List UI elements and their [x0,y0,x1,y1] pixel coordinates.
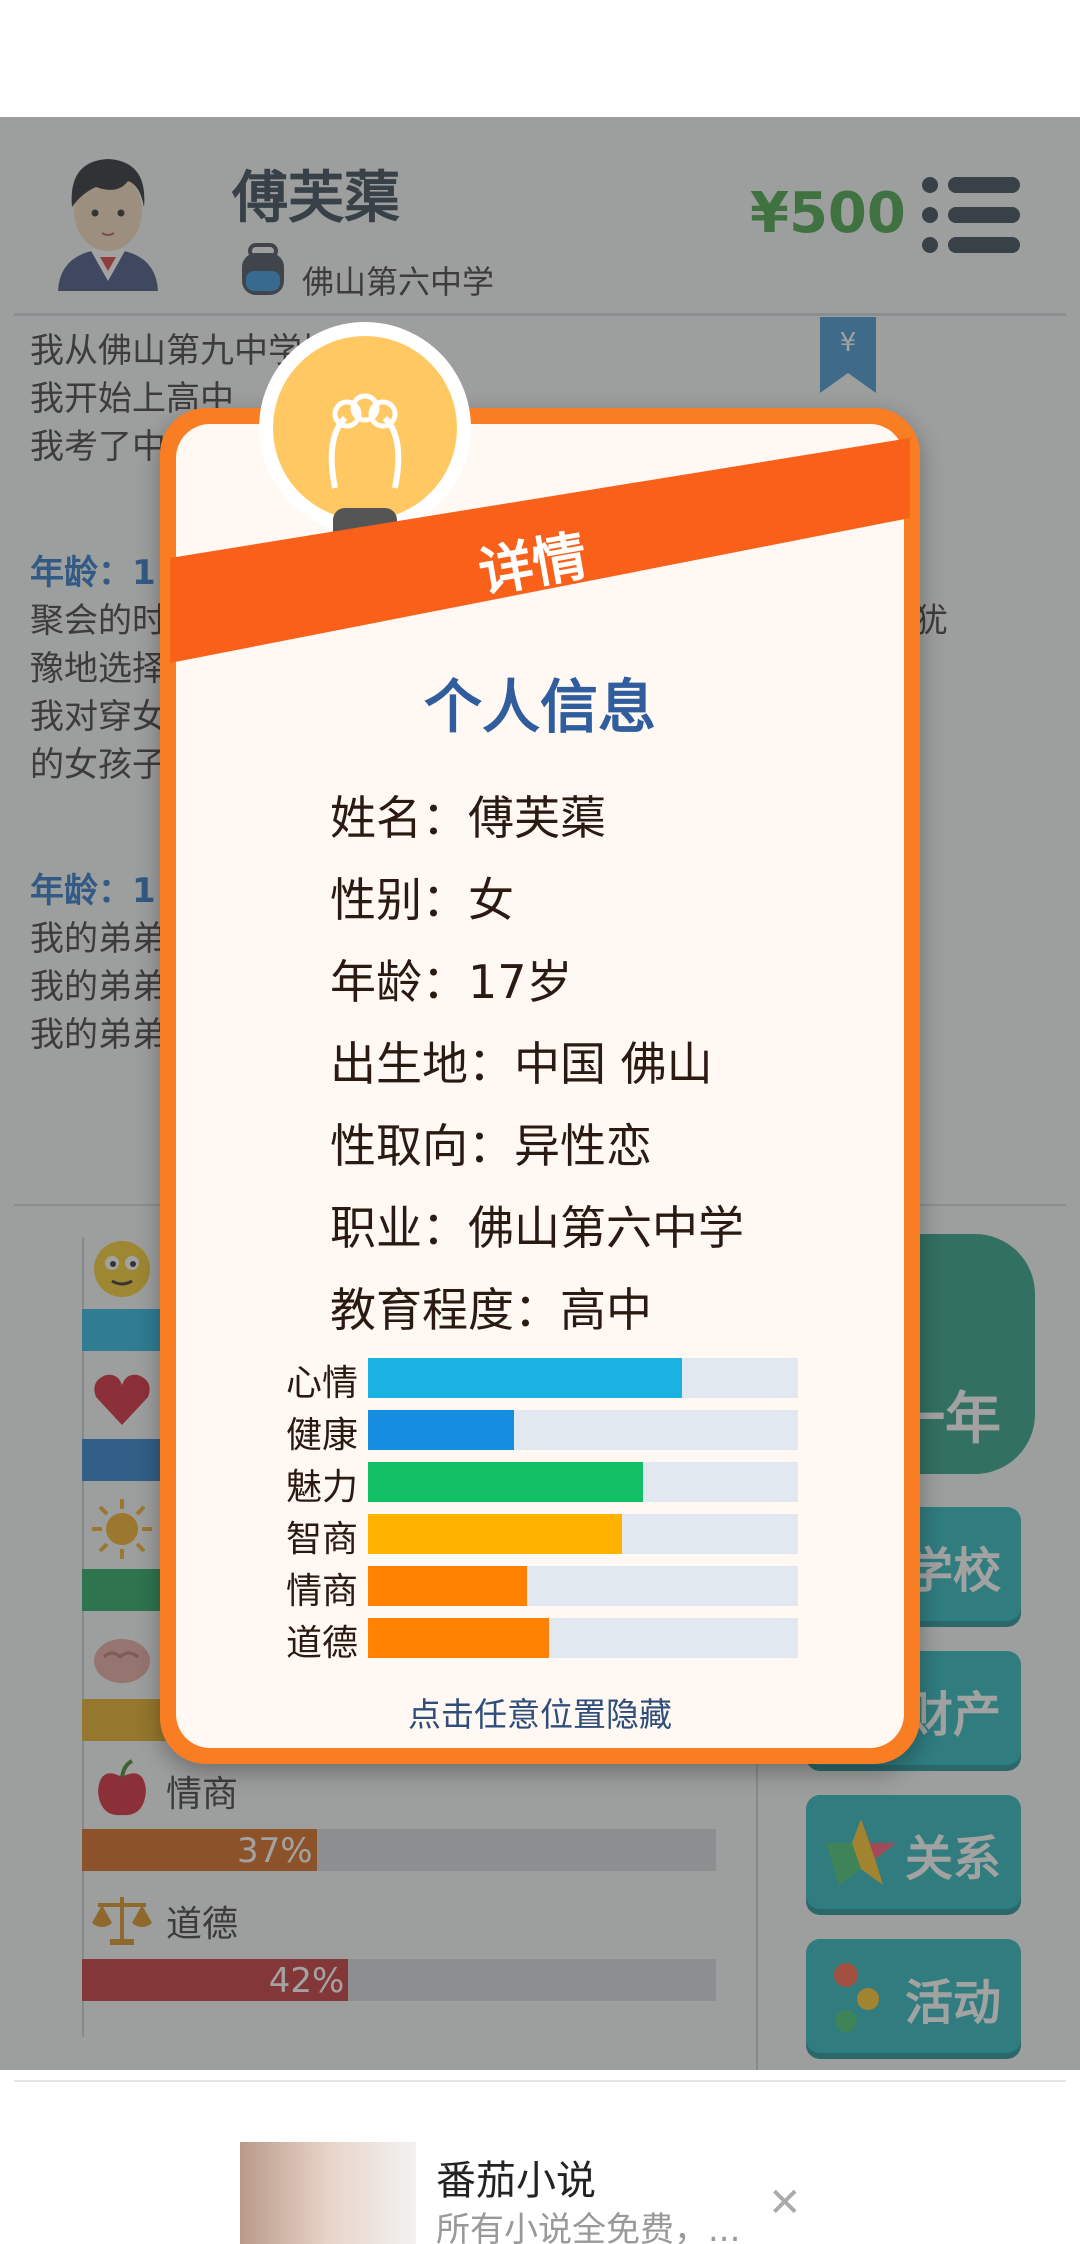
attribute-bar-label: 健康 [285,1415,358,1456]
attribute-bar-fill [368,1462,644,1502]
ad-title[interactable]: 番茄小说 [436,2148,596,2206]
attribute-bar-row: 道德 [268,1618,808,1664]
ad-close-icon[interactable]: ✕ [768,2180,802,2226]
attribute-bar-row: 智商 [268,1514,808,1560]
attribute-bar-label: 心情 [285,1363,358,1404]
attribute-bar-row: 心情 [268,1358,808,1404]
info-education: 教育程度：高中 [330,1283,652,1337]
info-age: 年龄：17岁 [330,955,573,1009]
info-orientation: 性取向：异性恋 [330,1119,652,1173]
attribute-bar-label: 道德 [285,1623,358,1664]
ad-thumbnail[interactable] [240,2142,416,2244]
attribute-bar-label: 魅力 [285,1467,358,1508]
attribute-bar-label: 情商 [285,1571,358,1612]
attribute-bar-row: 魅力 [268,1462,808,1508]
attribute-bar-track [368,1618,798,1658]
attribute-bar-track [368,1358,798,1398]
status-bar-area [0,0,1080,117]
info-gender: 性别：女 [330,873,514,927]
attribute-bar-fill [368,1358,682,1398]
attribute-bar-label: 智商 [285,1519,358,1560]
dismiss-hint: 点击任意位置隐藏 [408,1695,672,1734]
info-birthplace: 出生地：中国 佛山 [330,1037,713,1091]
attribute-bar-row: 情商 [268,1566,808,1612]
info-occupation: 职业：佛山第六中学 [330,1201,744,1255]
info-name: 姓名：傅芙蕖 [330,791,606,845]
attribute-bar-fill [368,1514,622,1554]
ad-divider [14,2080,1066,2082]
attribute-bar-row: 健康 [268,1410,808,1456]
attribute-bar-track [368,1566,798,1606]
attribute-bar-track [368,1410,798,1450]
attribute-bar-fill [368,1566,528,1606]
ad-subtitle[interactable]: 所有小说全免费，... [436,2202,740,2244]
attribute-bar-fill [368,1410,515,1450]
attribute-bar-track [368,1462,798,1502]
attribute-bar-track [368,1514,798,1554]
personal-info-title: 个人信息 [423,673,656,741]
ad-banner[interactable]: 番茄小说 所有小说全免费，... ✕ [0,2070,1080,2244]
attribute-bar-fill [368,1618,549,1658]
